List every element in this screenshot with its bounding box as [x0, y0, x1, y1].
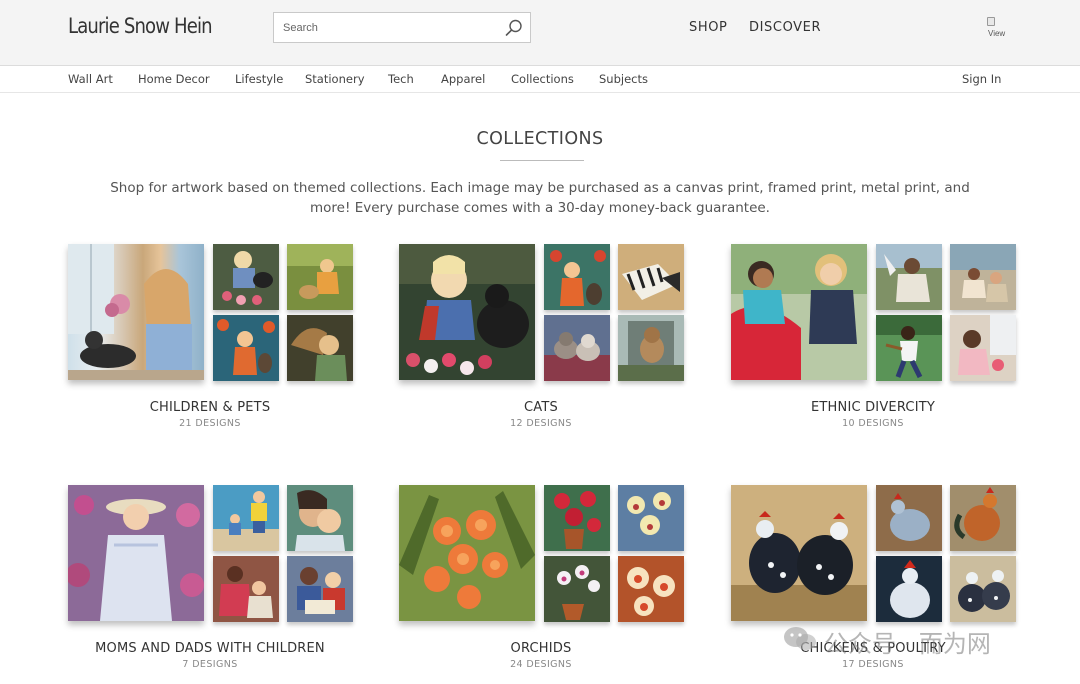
collection-design-count: 7 DESIGNS	[182, 659, 238, 670]
collection-children-pets[interactable]: CHILDREN & PETS 21 DESIGNS	[68, 244, 353, 444]
collection-orchids[interactable]: ORCHIDS 24 DESIGNS	[399, 485, 684, 684]
site-header: Laurie Snow Hein SHOP DISCOVER View	[0, 0, 1080, 66]
wechat-icon	[784, 627, 816, 650]
collection-design-count: 10 DESIGNS	[842, 418, 904, 429]
nav-discover[interactable]: DISCOVER	[749, 20, 821, 35]
collection-thumbnail[interactable]	[213, 485, 279, 551]
collection-thumbnail[interactable]	[213, 244, 279, 310]
collection-thumbnail[interactable]	[544, 556, 610, 622]
collection-thumbnail[interactable]	[544, 315, 610, 381]
watermark: 公众号 · 而为网	[782, 622, 1052, 658]
collection-thumbnail[interactable]	[618, 315, 684, 381]
collection-thumbnail[interactable]	[544, 244, 610, 310]
collection-thumbnail[interactable]	[213, 556, 279, 622]
collection-thumbnail[interactable]	[287, 485, 353, 551]
nav-shop[interactable]: SHOP	[689, 20, 728, 35]
collection-cats[interactable]: CATS 12 DESIGNS	[399, 244, 684, 444]
search-icon[interactable]	[504, 18, 524, 38]
subnav-stationery[interactable]: Stationery	[305, 72, 365, 86]
collection-design-count: 24 DESIGNS	[510, 659, 572, 670]
sign-in-link[interactable]: Sign In	[962, 72, 1001, 86]
collection-thumbnail[interactable]	[544, 485, 610, 551]
subnav-subjects[interactable]: Subjects	[599, 72, 648, 86]
subnav-apparel[interactable]: Apparel	[441, 72, 485, 86]
intro-text: Shop for artwork based on themed collect…	[110, 180, 970, 216]
collection-thumbnail[interactable]	[618, 485, 684, 551]
collection-design-count: 21 DESIGNS	[179, 418, 241, 429]
brand-logo[interactable]: Laurie Snow Hein	[68, 14, 213, 38]
subnav-collections[interactable]: Collections	[511, 72, 574, 86]
collection-cover-image[interactable]	[399, 485, 535, 621]
collection-thumbnail[interactable]	[876, 485, 942, 551]
subnav-home-decor[interactable]: Home Decor	[138, 72, 210, 86]
watermark-text: 公众号 · 而为网	[824, 630, 991, 658]
page-title: COLLECTIONS	[476, 129, 604, 149]
subnav-lifestyle[interactable]: Lifestyle	[235, 72, 283, 86]
subnav-wall-art[interactable]: Wall Art	[68, 72, 113, 86]
collection-cover-image[interactable]	[399, 244, 535, 380]
collection-thumbnail[interactable]	[876, 556, 942, 622]
search-input[interactable]	[274, 13, 494, 42]
collection-thumbnail[interactable]	[287, 556, 353, 622]
collection-design-count: 17 DESIGNS	[842, 659, 904, 670]
collection-cover-image[interactable]	[68, 244, 204, 380]
collection-thumbnail[interactable]	[287, 315, 353, 381]
cart-alt-text: View	[988, 29, 1006, 38]
collection-ethnic-divercity[interactable]: ETHNIC DIVERCITY 10 DESIGNS	[731, 244, 1016, 444]
collection-moms-and-dads[interactable]: MOMS AND DADS WITH CHILDREN 7 DESIGNS	[66, 485, 353, 684]
collection-thumbnail[interactable]	[213, 315, 279, 381]
collection-title[interactable]: ETHNIC DIVERCITY	[671, 400, 1075, 415]
search-box[interactable]	[273, 12, 531, 43]
collection-thumbnail[interactable]	[287, 244, 353, 310]
collection-thumbnail[interactable]	[950, 485, 1016, 551]
broken-image-icon	[987, 17, 995, 26]
collection-thumbnail[interactable]	[950, 556, 1016, 622]
collection-design-count: 12 DESIGNS	[510, 418, 572, 429]
subnav-tech[interactable]: Tech	[388, 72, 414, 86]
collection-thumbnail[interactable]	[876, 315, 942, 381]
title-divider	[500, 160, 584, 161]
category-nav: Wall Art Home Decor Lifestyle Stationery…	[0, 66, 1080, 93]
collection-thumbnail[interactable]	[618, 556, 684, 622]
collection-thumbnail[interactable]	[950, 244, 1016, 310]
cart-icon[interactable]: View	[987, 17, 1011, 39]
collection-thumbnail[interactable]	[876, 244, 942, 310]
collection-cover-image[interactable]	[731, 244, 867, 380]
collection-thumbnail[interactable]	[618, 244, 684, 310]
collection-cover-image[interactable]	[66, 485, 204, 621]
collection-cover-image[interactable]	[731, 485, 867, 621]
collection-thumbnail[interactable]	[950, 315, 1016, 381]
